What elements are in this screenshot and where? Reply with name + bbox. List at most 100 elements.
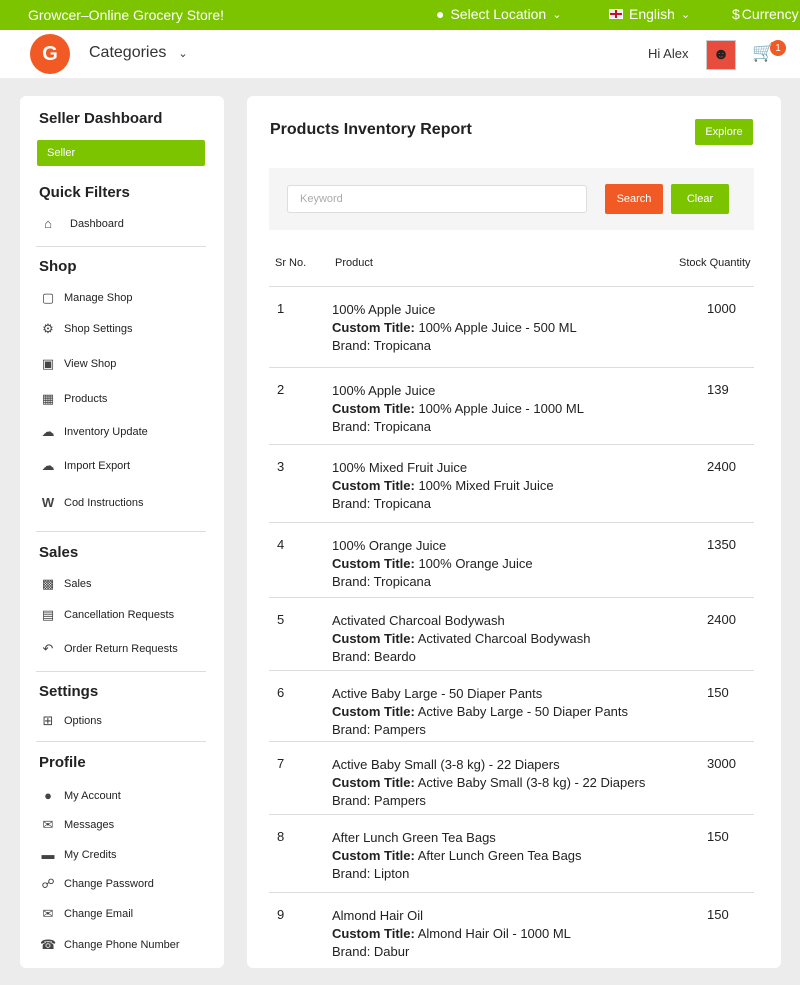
seller-button[interactable]: Seller bbox=[37, 140, 205, 166]
custom-title: Active Baby Small (3-8 kg) - 22 Diapers bbox=[417, 775, 646, 790]
custom-title-label: Custom Title: bbox=[332, 926, 415, 941]
reply-icon: ↶ bbox=[42, 641, 54, 656]
custom-title-label: Custom Title: bbox=[332, 704, 415, 719]
sidebar-item-change-email[interactable]: ✉ Change Email bbox=[40, 906, 134, 922]
custom-title: 100% Apple Juice - 1000 ML bbox=[418, 401, 584, 416]
sidebar-item-order-return-requests[interactable]: ↶ Order Return Requests bbox=[40, 641, 178, 657]
custom-title: 100% Orange Juice bbox=[418, 556, 533, 571]
document-icon: ▤ bbox=[41, 607, 55, 622]
grid-icon: ▦ bbox=[41, 391, 55, 406]
language-selector[interactable]: English ⌄ bbox=[609, 6, 690, 22]
row-product: After Lunch Green Tea Bags Custom Title:… bbox=[332, 829, 582, 883]
product-brand: Brand: Tropicana bbox=[332, 419, 432, 434]
custom-title-label: Custom Title: bbox=[332, 556, 415, 571]
search-panel: Search Clear bbox=[269, 168, 754, 230]
table-row: 6 Active Baby Large - 50 Diaper Pants Cu… bbox=[269, 671, 754, 742]
cart-count-badge: 1 bbox=[770, 40, 786, 56]
product-name: Activated Charcoal Bodywash bbox=[332, 613, 505, 628]
search-button[interactable]: Search bbox=[605, 184, 663, 214]
sidebar-item-my-credits[interactable]: ▬ My Credits bbox=[40, 847, 117, 862]
row-stock-quantity: 2400 bbox=[707, 459, 736, 474]
sidebar-item-view-shop[interactable]: ▣ View Shop bbox=[40, 356, 117, 372]
sidebar-item-sales[interactable]: ▩ Sales bbox=[40, 576, 92, 592]
product-name: After Lunch Green Tea Bags bbox=[332, 830, 496, 845]
custom-title-label: Custom Title: bbox=[332, 848, 415, 863]
row-product: 100% Apple Juice Custom Title: 100% Appl… bbox=[332, 301, 577, 355]
column-header-sr: Sr No. bbox=[275, 257, 307, 269]
sales-title: Sales bbox=[39, 544, 79, 561]
avatar[interactable]: ☻ bbox=[706, 40, 736, 70]
row-sr: 9 bbox=[277, 907, 285, 922]
clear-button[interactable]: Clear bbox=[671, 184, 729, 214]
row-sr: 8 bbox=[277, 829, 285, 844]
product-name: 100% Mixed Fruit Juice bbox=[332, 460, 468, 475]
row-stock-quantity: 1350 bbox=[707, 537, 736, 552]
sidebar-item-change-password[interactable]: ☍ Change Password bbox=[40, 876, 153, 892]
cart-icon[interactable]: 🛒 1 bbox=[752, 40, 786, 63]
table-row: 7 Active Baby Small (3-8 kg) - 22 Diaper… bbox=[269, 742, 754, 815]
sidebar-item-dashboard[interactable]: ⌂ Dashboard bbox=[40, 216, 124, 231]
row-product: Active Baby Small (3-8 kg) - 22 Diapers … bbox=[332, 756, 645, 810]
row-product: Activated Charcoal Bodywash Custom Title… bbox=[332, 612, 590, 666]
chevron-down-icon: ⌄ bbox=[178, 47, 188, 60]
product-name: 100% Apple Juice bbox=[332, 302, 436, 317]
cod-icon: W bbox=[41, 495, 55, 510]
sidebar-item-shop-settings[interactable]: ⚙ Shop Settings bbox=[40, 321, 132, 337]
sidebar-item-manage-shop[interactable]: ▢ Manage Shop bbox=[40, 290, 133, 306]
sidebar-item-options[interactable]: ⊞ Options bbox=[40, 713, 102, 729]
custom-title: Active Baby Large - 50 Diaper Pants bbox=[417, 704, 629, 719]
sidebar-item-import-export[interactable]: ☁ Import Export bbox=[40, 458, 131, 474]
shop-title: Shop bbox=[39, 258, 77, 275]
credit-card-icon: ▬ bbox=[41, 847, 55, 862]
categories-menu[interactable]: Categories ⌄ bbox=[89, 44, 188, 62]
cart-icon: ▣ bbox=[41, 356, 55, 371]
phone-icon: ☎ bbox=[40, 937, 57, 952]
custom-title: 100% Apple Juice - 500 ML bbox=[418, 320, 577, 335]
row-stock-quantity: 1000 bbox=[707, 301, 736, 316]
row-stock-quantity: 150 bbox=[707, 685, 729, 700]
custom-title-label: Custom Title: bbox=[332, 631, 415, 646]
explore-button[interactable]: Explore bbox=[695, 119, 753, 145]
gear-icon: ⚙ bbox=[42, 321, 54, 336]
custom-title: 100% Mixed Fruit Juice bbox=[418, 478, 554, 493]
sidebar-item-messages[interactable]: ✉ Messages bbox=[40, 817, 115, 833]
product-name: 100% Apple Juice bbox=[332, 383, 436, 398]
product-name: 100% Orange Juice bbox=[332, 538, 447, 553]
cloud-upload-icon: ☁ bbox=[41, 424, 55, 439]
product-brand: Brand: Tropicana bbox=[332, 574, 432, 589]
sidebar-item-cod-instructions[interactable]: W Cod Instructions bbox=[40, 495, 144, 510]
table-row: 4 100% Orange Juice Custom Title: 100% O… bbox=[269, 523, 754, 598]
sidebar-item-products[interactable]: ▦ Products bbox=[40, 391, 108, 407]
categories-label: Categories bbox=[89, 44, 167, 61]
top-bar: Growcer–Online Grocery Store! ● Select L… bbox=[0, 0, 800, 30]
sidebar-item-cancellation-requests[interactable]: ▤ Cancellation Requests bbox=[40, 607, 174, 623]
table-row: 2 100% Apple Juice Custom Title: 100% Ap… bbox=[269, 368, 754, 445]
main-panel: Products Inventory Report Explore Search… bbox=[247, 96, 781, 968]
row-sr: 5 bbox=[277, 612, 285, 627]
table-row: 3 100% Mixed Fruit Juice Custom Title: 1… bbox=[269, 445, 754, 523]
sidebar-item-change-phone-number[interactable]: ☎ Change Phone Number bbox=[40, 937, 180, 953]
home-icon: ⌂ bbox=[44, 216, 52, 231]
keyword-input[interactable] bbox=[287, 185, 587, 213]
sidebar-item-inventory-update[interactable]: ☁ Inventory Update bbox=[40, 424, 148, 440]
dollar-icon: $ bbox=[732, 6, 740, 22]
user-icon: ● bbox=[44, 788, 52, 803]
chevron-down-icon: ⌄ bbox=[552, 8, 562, 21]
product-brand: Brand: Lipton bbox=[332, 866, 410, 881]
location-selector[interactable]: ● Select Location ⌄ bbox=[436, 6, 561, 22]
logo-icon[interactable]: G bbox=[30, 34, 70, 74]
plus-square-icon: ⊞ bbox=[42, 713, 54, 728]
custom-title: After Lunch Green Tea Bags bbox=[417, 848, 582, 863]
row-stock-quantity: 2400 bbox=[707, 612, 736, 627]
sidebar-item-my-account[interactable]: ● My Account bbox=[40, 788, 121, 803]
product-brand: Brand: Pampers bbox=[332, 722, 426, 737]
currency-label: Currency bbox=[741, 6, 799, 22]
row-stock-quantity: 150 bbox=[707, 829, 729, 844]
table-row: 9 Almond Hair Oil Custom Title: Almond H… bbox=[269, 893, 754, 968]
unlock-icon: ☍ bbox=[41, 876, 55, 891]
product-name: Active Baby Large - 50 Diaper Pants bbox=[332, 686, 543, 701]
currency-selector[interactable]: $ Currency bbox=[732, 6, 799, 22]
bar-chart-icon: ▩ bbox=[41, 576, 55, 591]
custom-title-label: Custom Title: bbox=[332, 401, 415, 416]
row-stock-quantity: 150 bbox=[707, 907, 729, 922]
